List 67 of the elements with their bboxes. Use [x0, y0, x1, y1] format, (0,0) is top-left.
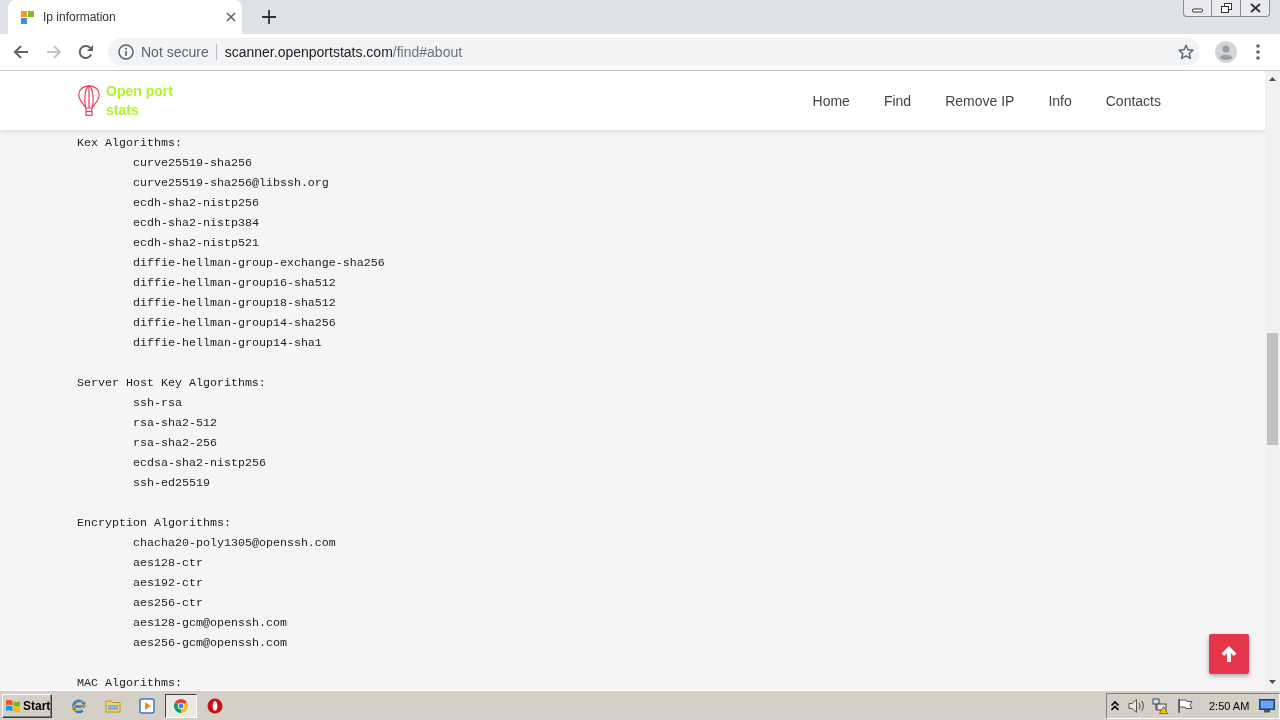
browser-tab[interactable]: Ip information: [8, 0, 242, 34]
algorithm-name: diffie-hellman-group14-sha1: [133, 336, 322, 350]
section-heading: Server Host Key Algorithms:: [77, 376, 266, 390]
section-heading: Kex Algorithms:: [77, 136, 182, 150]
flag-icon[interactable]: [1177, 697, 1193, 714]
avatar-icon[interactable]: [1215, 41, 1237, 63]
scrollbar[interactable]: [1265, 71, 1280, 690]
nav-link[interactable]: Home: [812, 92, 850, 109]
monitor-icon[interactable]: [1259, 698, 1276, 713]
url-text: scanner.openportstats.com/find#about: [224, 44, 463, 60]
algorithm-name: aes128-gcm@openssh.com: [133, 616, 287, 630]
squares-icon: [21, 10, 34, 24]
address-field[interactable]: Not secure scanner.openportstats.com/find#about: [108, 38, 1200, 66]
scroll-up-icon[interactable]: [1269, 77, 1276, 81]
algorithm-name: diffie-hellman-group14-sha256: [133, 316, 336, 330]
close-window-button[interactable]: [1241, 0, 1270, 17]
reload-icon[interactable]: [78, 44, 94, 60]
algorithm-name: ecdh-sha2-nistp256: [133, 196, 259, 210]
wheel-logo-icon[interactable]: [173, 697, 189, 714]
algorithm-name: ssh-rsa: [133, 396, 182, 410]
algorithm-name: aes256-gcm@openssh.com: [133, 636, 287, 650]
play-icon[interactable]: [139, 697, 155, 714]
algorithm-name: diffie-hellman-group18-sha512: [133, 296, 336, 310]
nav-link[interactable]: Find: [883, 92, 912, 109]
algorithm-name: aes128-ctr: [133, 556, 203, 570]
algorithm-name: aes256-ctr: [133, 596, 203, 610]
close-icon: [1249, 3, 1261, 13]
algorithm-name: diffie-hellman-group16-sha512: [133, 276, 336, 290]
algorithm-name: rsa-sha2-256: [133, 436, 217, 450]
restore-icon: [1220, 3, 1232, 13]
network-warning-icon[interactable]: [1152, 697, 1168, 714]
back-arrow-icon[interactable]: [13, 44, 29, 60]
windows-flag-icon: [5, 697, 21, 714]
section-heading: Encryption Algorithms:: [77, 516, 231, 530]
algorithm-name: curve25519-sha256: [133, 156, 252, 170]
algorithm-name: ecdsa-sha2-nistp256: [133, 456, 266, 470]
algorithm-name: ssh-ed25519: [133, 476, 210, 490]
info-icon[interactable]: [118, 44, 134, 60]
algorithm-name: aes192-ctr: [133, 576, 203, 590]
close-icon[interactable]: [226, 12, 236, 22]
scroll-top-button[interactable]: [1209, 634, 1249, 674]
ring-logo-icon[interactable]: [207, 697, 223, 714]
kebab-menu-icon[interactable]: [1256, 44, 1260, 60]
security-label: Not secure: [141, 44, 209, 60]
scroll-down-icon[interactable]: [1269, 680, 1276, 684]
nav-link[interactable]: Remove IP: [945, 92, 1015, 109]
algorithm-name: ecdh-sha2-nistp521: [133, 236, 259, 250]
plus-icon[interactable]: [262, 10, 276, 24]
nav-link[interactable]: Contacts: [1105, 92, 1161, 109]
algorithm-name: diffie-hellman-group-exchange-sha256: [133, 256, 385, 270]
clock[interactable]: 2:50 AM: [1209, 699, 1250, 712]
star-icon[interactable]: [1178, 44, 1194, 60]
algorithm-name: chacha20-poly1305@openssh.com: [133, 536, 336, 550]
scrollbar-thumb[interactable]: [1267, 333, 1278, 445]
start-button[interactable]: Start: [2, 693, 52, 718]
nav-link[interactable]: Info: [1048, 92, 1072, 109]
restore-button[interactable]: [1212, 0, 1241, 17]
section-heading: MAC Algorithms:: [77, 676, 182, 690]
arrow-up-icon: [1220, 645, 1238, 663]
algorithm-name: ecdh-sha2-nistp384: [133, 216, 259, 230]
e-logo-icon[interactable]: [71, 697, 87, 714]
speaker-icon[interactable]: [1128, 697, 1146, 714]
algorithm-name: rsa-sha2-512: [133, 416, 217, 430]
chevron-up-icon[interactable]: [1110, 699, 1120, 712]
taskbar-button[interactable]: [165, 693, 197, 718]
algorithm-name: curve25519-sha256@libssh.org: [133, 176, 329, 190]
balloon-icon[interactable]: [78, 85, 100, 116]
